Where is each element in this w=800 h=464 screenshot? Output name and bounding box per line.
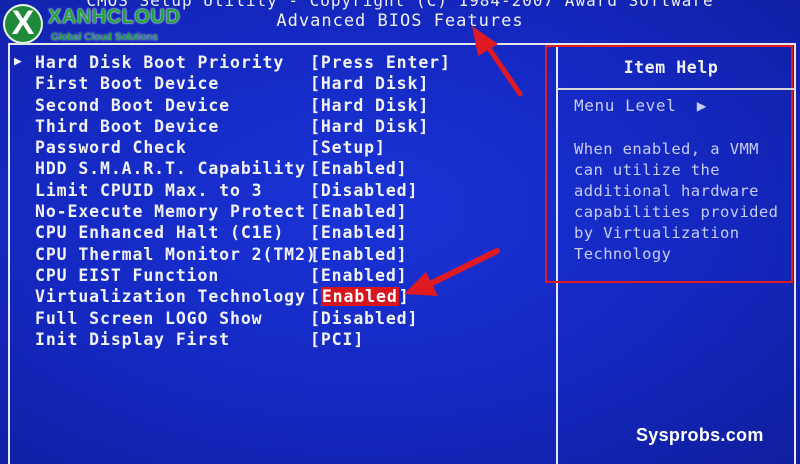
bios-screen: CMOS Setup Utility - Copyright (C) 1984-…	[0, 0, 800, 464]
red-arrow-icon	[404, 248, 500, 296]
red-arrow-icon	[472, 26, 523, 97]
annotation-arrows	[404, 26, 523, 296]
